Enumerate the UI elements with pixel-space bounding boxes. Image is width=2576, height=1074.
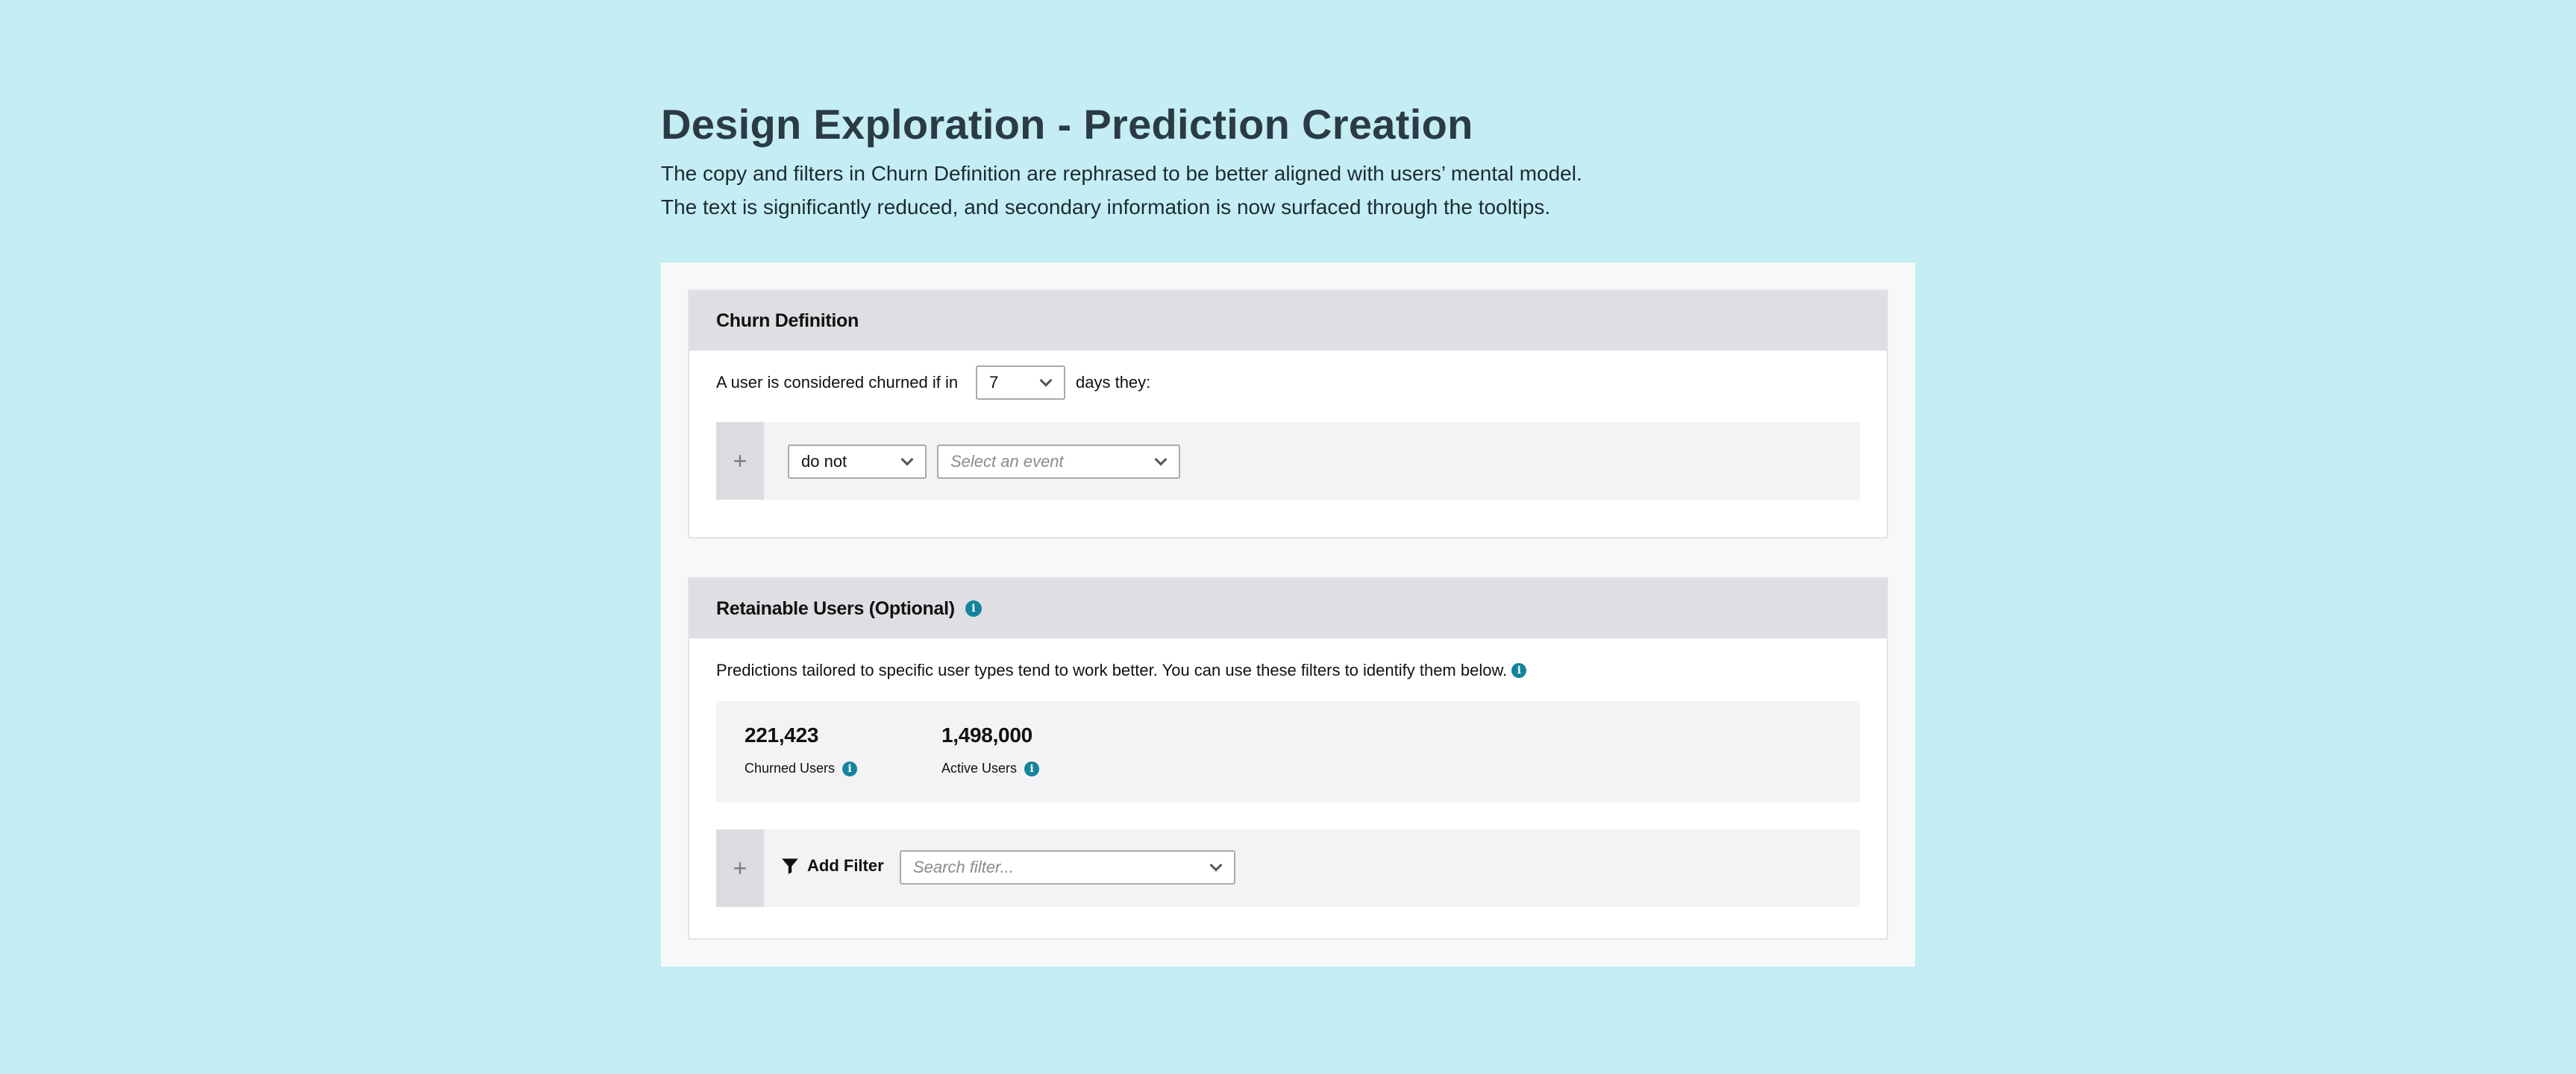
churn-sentence-suffix: days they: [1076,373,1151,392]
retainable-description: Predictions tailored to specific user ty… [716,661,1508,679]
info-icon[interactable]: i [1511,663,1527,678]
add-filter-plus-button[interactable]: + [716,829,764,907]
chevron-down-icon [1039,374,1053,387]
filter-funnel-icon [782,858,798,874]
info-icon[interactable]: i [1024,761,1040,776]
chevron-down-icon [900,453,914,466]
churn-definition-title: Churn Definition [716,310,859,331]
retainable-users-title: Retainable Users (Optional) [716,597,955,619]
user-stats-panel: 221,423 Churned Users i 1,498,000 Active… [716,701,1860,803]
event-select[interactable]: Select an event [937,445,1180,479]
page-subtitle-line-2: The text is significantly reduced, and s… [661,195,1551,219]
active-users-label-row: Active Users i [941,761,1040,776]
churn-sentence-prefix: A user is considered churned if in [716,373,959,392]
retainable-users-card: Retainable Users (Optional) i Prediction… [688,577,1888,940]
churn-days-select[interactable]: 7 [976,365,1065,400]
retainable-description-row: Predictions tailored to specific user ty… [716,661,1527,680]
event-select-placeholder: Select an event [950,452,1064,471]
condition-operator-value: do not [801,452,847,471]
active-users-count: 1,498,000 [941,723,1032,747]
plus-icon: + [733,447,748,474]
page-title: Design Exploration - Prediction Creation [661,101,1473,148]
filter-search-placeholder: Search filter... [913,858,1014,876]
filter-search-select[interactable]: Search filter... [900,850,1235,885]
info-icon[interactable]: i [965,600,982,617]
churned-users-label: Churned Users [745,761,836,776]
churn-condition-row: + do not Select an event [716,422,1860,500]
chevron-down-icon [1154,453,1168,466]
page-subtitle-line-1: The copy and filters in Churn Definition… [661,162,1582,185]
page-header: Design Exploration - Prediction Creation… [661,97,1915,224]
filter-row: + Add Filter Search filter... [716,829,1860,907]
info-icon[interactable]: i [842,761,858,776]
chevron-down-icon [1209,858,1223,872]
design-canvas: Churn Definition A user is considered ch… [661,263,1915,967]
add-filter-button[interactable]: Add Filter [780,856,884,876]
churned-users-label-row: Churned Users i [745,761,858,776]
churn-days-value: 7 [989,373,999,392]
churned-users-count: 221,423 [745,723,819,747]
active-users-label: Active Users [941,761,1018,776]
plus-icon: + [733,854,748,882]
churn-definition-header: Churn Definition [689,291,1887,351]
retainable-users-header: Retainable Users (Optional) i [689,579,1887,638]
add-filter-label: Add Filter [807,856,884,875]
add-condition-button[interactable]: + [716,422,764,500]
churn-definition-card: Churn Definition A user is considered ch… [688,289,1888,538]
condition-operator-select[interactable]: do not [788,445,927,479]
